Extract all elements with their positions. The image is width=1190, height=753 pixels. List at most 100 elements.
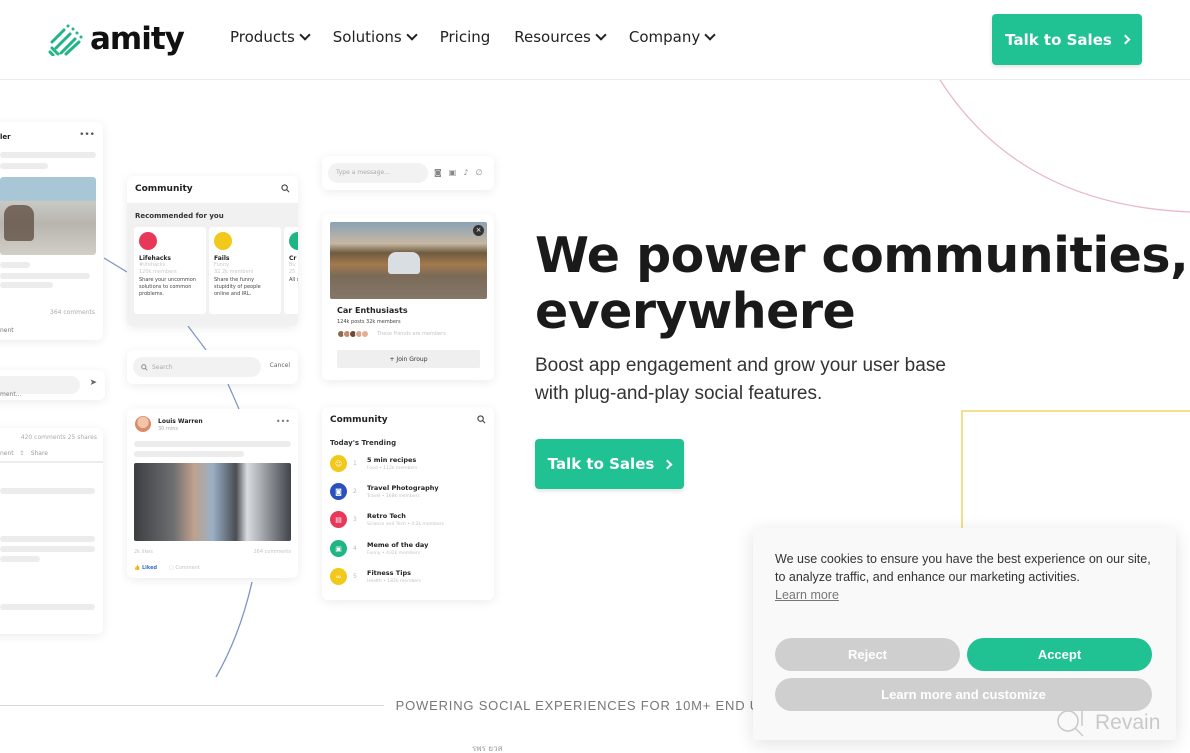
card-header: Community xyxy=(127,176,298,203)
header-cta-label: Talk to Sales xyxy=(1005,30,1112,49)
nav-solutions[interactable]: Solutions xyxy=(332,28,418,46)
nav-solutions-label: Solutions xyxy=(332,28,402,46)
main-nav: Products Solutions Pricing Resources Com… xyxy=(230,28,716,46)
comment-label: Comment xyxy=(175,565,200,571)
comment-input-pill: ment... xyxy=(0,376,80,398)
liked-action: 👍 Liked xyxy=(134,565,157,571)
search-placeholder: Search xyxy=(152,363,173,371)
post-author: Louis Warren xyxy=(158,418,203,425)
post-actions: 👍 Liked ▢ Comment xyxy=(134,565,200,571)
chevron-down-icon xyxy=(406,29,418,41)
watermark-label: Revain xyxy=(1095,711,1161,734)
hero-talk-to-sales-button[interactable]: Talk to Sales xyxy=(535,439,684,489)
tile-members: 32.2k members xyxy=(214,269,254,275)
comment-action-fragment: nent xyxy=(0,327,14,334)
text-placeholder xyxy=(0,163,48,169)
mock-group-card: × Car Enthusiasts 124k posts 32k members… xyxy=(322,214,494,380)
reject-cookies-button[interactable]: Reject xyxy=(775,638,960,671)
card-title: Community xyxy=(330,415,388,425)
comments-count: 364 comments xyxy=(50,309,95,316)
thumbs-up-icon: 👍 xyxy=(134,565,141,571)
divider xyxy=(0,461,103,463)
cookie-message: We use cookies to ensure you have the be… xyxy=(775,552,1151,584)
trending-rank: 1 xyxy=(353,460,357,467)
yellow-frame xyxy=(961,410,1190,528)
text-placeholder xyxy=(0,262,30,268)
post-photo-skater xyxy=(0,177,96,255)
post-time: 30 mins xyxy=(158,426,178,432)
hero-subtitle: Boost app engagement and grow your user … xyxy=(535,352,995,408)
text-placeholder xyxy=(0,556,40,562)
more-options-icon: ••• xyxy=(275,417,290,426)
trending-item: ▤ 3 Retro Tech Science and Tech • 4.2k me… xyxy=(330,511,444,528)
search-input-mock: Search xyxy=(133,357,261,377)
mock-message-input: Type a message... ◙ ▣ ♪ ∅ xyxy=(322,156,494,190)
camera-icon: ◙ xyxy=(330,483,347,500)
comments-shares-stats: 420 comments 25 shares xyxy=(20,434,97,441)
attachment-icon: ∅ xyxy=(475,168,483,177)
mock-post-card-partial: ler ••• 364 comments nent xyxy=(0,122,103,340)
section-label: Recommended for you xyxy=(135,212,224,220)
trending-rank: 2 xyxy=(353,488,357,495)
post-photo-gym xyxy=(134,463,291,541)
send-icon: ➤ xyxy=(89,378,97,388)
section-label: Today's Trending xyxy=(330,439,397,447)
join-group-mock-button: + Join Group xyxy=(337,350,480,368)
nav-company-label: Company xyxy=(628,28,701,46)
group-stats: 124k posts 32k members xyxy=(337,319,401,325)
revain-logo-icon xyxy=(1057,710,1084,737)
hero-cta-label: Talk to Sales xyxy=(547,455,655,473)
nav-resources[interactable]: Resources xyxy=(514,28,607,46)
text-placeholder xyxy=(0,488,95,494)
learn-more-link[interactable]: Learn more xyxy=(775,588,839,602)
post-stats: 2k likes 264 comments xyxy=(134,549,291,555)
comment-action: ▢ Comment xyxy=(169,565,200,571)
pink-arc xyxy=(939,79,1190,213)
likes-count: 2k likes xyxy=(134,549,153,555)
trending-name: Meme of the day xyxy=(367,541,429,549)
blue-connector-1 xyxy=(103,257,128,273)
nav-products-label: Products xyxy=(230,28,295,46)
trending-meta: Funny • 432k members xyxy=(367,551,421,556)
tile-name: Cr xyxy=(289,255,297,262)
comment-placeholder: ment... xyxy=(0,391,22,398)
blue-connector-3 xyxy=(227,383,240,410)
search-icon xyxy=(477,415,486,424)
comments-count: 264 comments xyxy=(253,549,292,555)
text-placeholder xyxy=(0,273,90,279)
microphone-icon: ♪ xyxy=(463,168,469,177)
community-tile: Lifehacks #lifehacks 120k members Share … xyxy=(134,227,206,314)
card-title: Community xyxy=(135,184,193,194)
amity-logo[interactable]: amity xyxy=(48,22,185,56)
search-icon xyxy=(141,363,148,371)
site-header: amity Products Solutions Pricing Resourc… xyxy=(0,0,1190,80)
accept-cookies-button[interactable]: Accept xyxy=(967,638,1152,671)
text-placeholder xyxy=(134,451,244,457)
chevron-down-icon xyxy=(595,29,607,41)
blue-connector-2 xyxy=(187,325,207,351)
trending-item: ◙ 2 Travel Photography Travel • 168k memb… xyxy=(330,483,439,500)
customize-cookies-button[interactable]: Learn more and customize xyxy=(775,678,1152,711)
friends-members: These friends are members xyxy=(337,330,446,338)
chevron-right-icon xyxy=(662,459,673,469)
fitness-icon: ∞ xyxy=(330,568,347,585)
hero-subtitle-line-2: with plug-and-play social features. xyxy=(535,383,823,404)
nav-resources-label: Resources xyxy=(514,28,591,46)
meme-icon: ▣ xyxy=(330,540,347,557)
recipe-icon: ☺ xyxy=(330,455,347,472)
share-icon: ⇪ xyxy=(19,450,25,457)
avatar xyxy=(361,330,369,338)
image-icon: ▣ xyxy=(448,168,457,177)
search-cancel: Cancel xyxy=(269,362,290,369)
nav-products[interactable]: Products xyxy=(230,28,311,46)
hero-subtitle-line-1: Boost app engagement and grow your user … xyxy=(535,355,946,376)
text-placeholder xyxy=(0,604,95,610)
lightbulb-icon xyxy=(139,232,157,250)
customer-logos-partial: รพร ยวส xyxy=(472,744,503,753)
nav-pricing[interactable]: Pricing xyxy=(440,28,491,46)
community-tile: Fails Funny 32.2k members Share the funn… xyxy=(209,227,281,314)
nav-company[interactable]: Company xyxy=(628,28,716,46)
mock-gym-post: Louis Warren 30 mins ••• 2k likes 264 co… xyxy=(127,409,298,578)
header-talk-to-sales-button[interactable]: Talk to Sales xyxy=(992,14,1142,65)
search-icon xyxy=(281,184,290,193)
